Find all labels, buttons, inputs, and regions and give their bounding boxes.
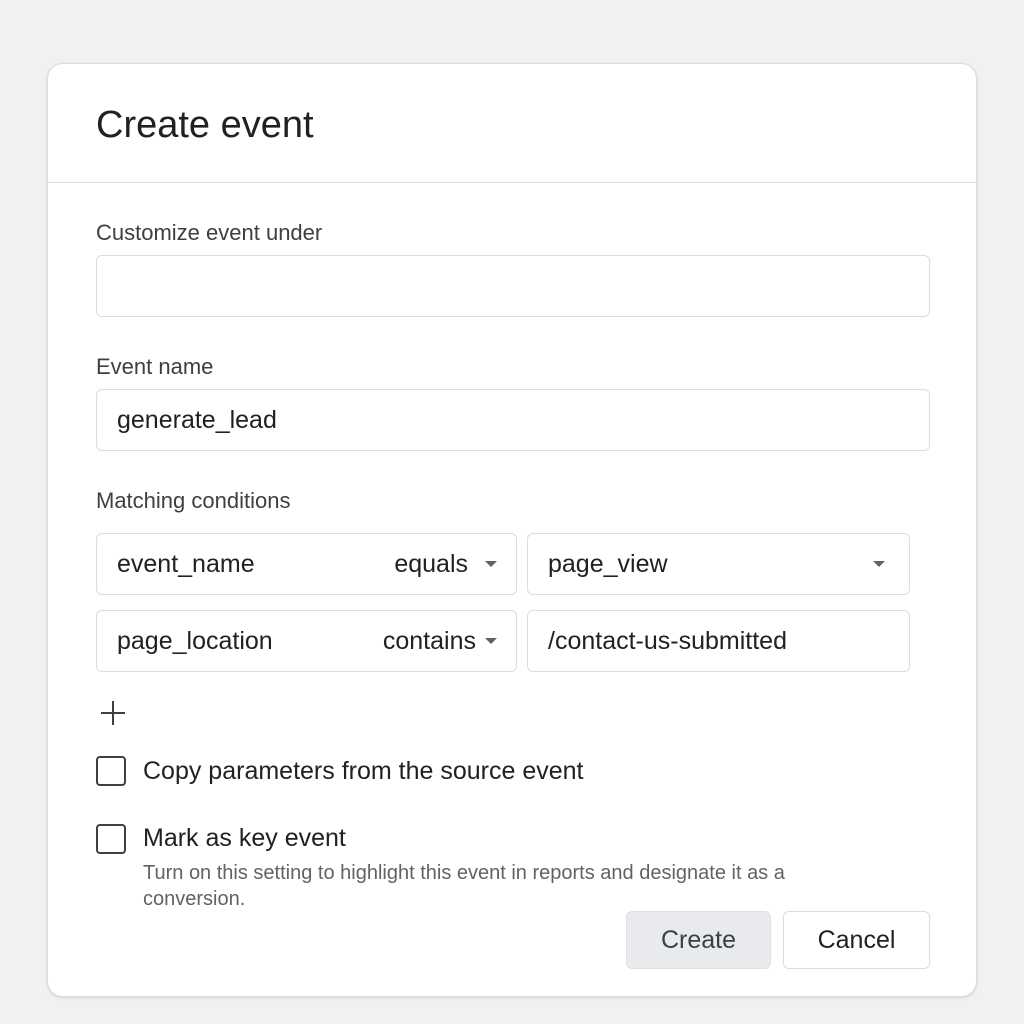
key-event-label[interactable]: Mark as key event — [143, 823, 346, 853]
key-event-help-text: Turn on this setting to highlight this e… — [143, 862, 785, 910]
condition-1-value: page_view — [548, 550, 668, 578]
matching-conditions-label: Matching conditions — [96, 488, 291, 513]
condition-2-value[interactable]: /contact-us-submitted — [548, 611, 787, 671]
condition-2-parameter: page_location — [117, 627, 273, 655]
chevron-down-icon[interactable] — [485, 561, 497, 567]
create-event-dialog: Create event Customize event under Event… — [47, 63, 977, 997]
key-event-checkbox[interactable] — [96, 824, 126, 854]
customize-event-input[interactable] — [96, 255, 930, 317]
condition-2-operator[interactable]: contains — [383, 611, 476, 671]
condition-1-operator[interactable]: equals — [394, 534, 468, 594]
event-name-label: Event name — [96, 354, 214, 379]
condition-1-parameter-operator[interactable]: event_name equals — [96, 533, 517, 595]
event-name-input[interactable] — [96, 389, 930, 451]
condition-1-parameter: event_name — [117, 550, 255, 578]
copy-parameters-checkbox[interactable] — [96, 756, 126, 786]
copy-parameters-label[interactable]: Copy parameters from the source event — [143, 756, 583, 786]
chevron-down-icon[interactable] — [873, 561, 885, 567]
create-button[interactable]: Create — [626, 911, 771, 969]
dialog-title: Create event — [96, 104, 314, 146]
cancel-button[interactable]: Cancel — [783, 911, 930, 969]
condition-1-value-select[interactable]: page_view — [527, 533, 910, 595]
dialog-header: Create event — [48, 64, 976, 183]
customize-event-label: Customize event under — [96, 220, 323, 245]
plus-icon[interactable] — [100, 700, 126, 726]
condition-2-value-input[interactable]: /contact-us-submitted — [527, 610, 910, 672]
chevron-down-icon[interactable] — [485, 638, 497, 644]
condition-2-parameter-operator[interactable]: page_location contains — [96, 610, 517, 672]
